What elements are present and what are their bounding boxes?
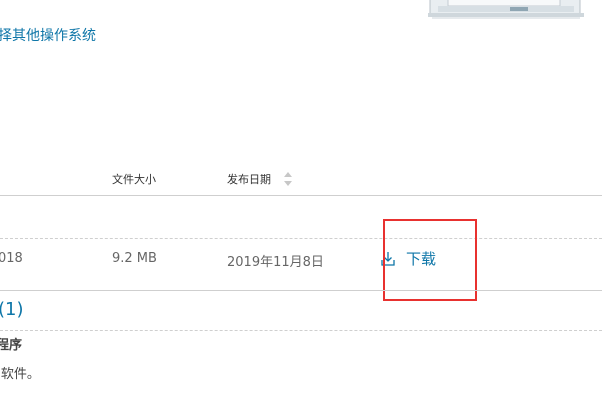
column-header-file-size: 文件大小 (112, 173, 156, 186)
driver-download-page: 择其他操作系统 文件大小 发布日期 018 9.2 MB 2019年11月8日 … (0, 0, 602, 400)
row-divider-top (0, 238, 602, 239)
section-divider (0, 330, 602, 331)
cell-release-date: 2019年11月8日 (227, 255, 324, 270)
section-count[interactable]: (1) (0, 299, 24, 320)
highlight-annotation-box (383, 219, 477, 301)
column-header-release-date[interactable]: 发布日期 (227, 171, 271, 187)
sort-icon[interactable] (283, 171, 293, 187)
item-description: J软件。 (0, 367, 40, 382)
cell-version: 018 (0, 251, 23, 266)
select-other-os-link[interactable]: 择其他操作系统 (0, 25, 96, 45)
row-divider-bottom (0, 290, 602, 291)
cell-file-size: 9.2 MB (112, 251, 157, 266)
printer-image (428, 0, 584, 19)
table-header-divider (0, 195, 602, 196)
item-title: 程序 (0, 338, 23, 353)
